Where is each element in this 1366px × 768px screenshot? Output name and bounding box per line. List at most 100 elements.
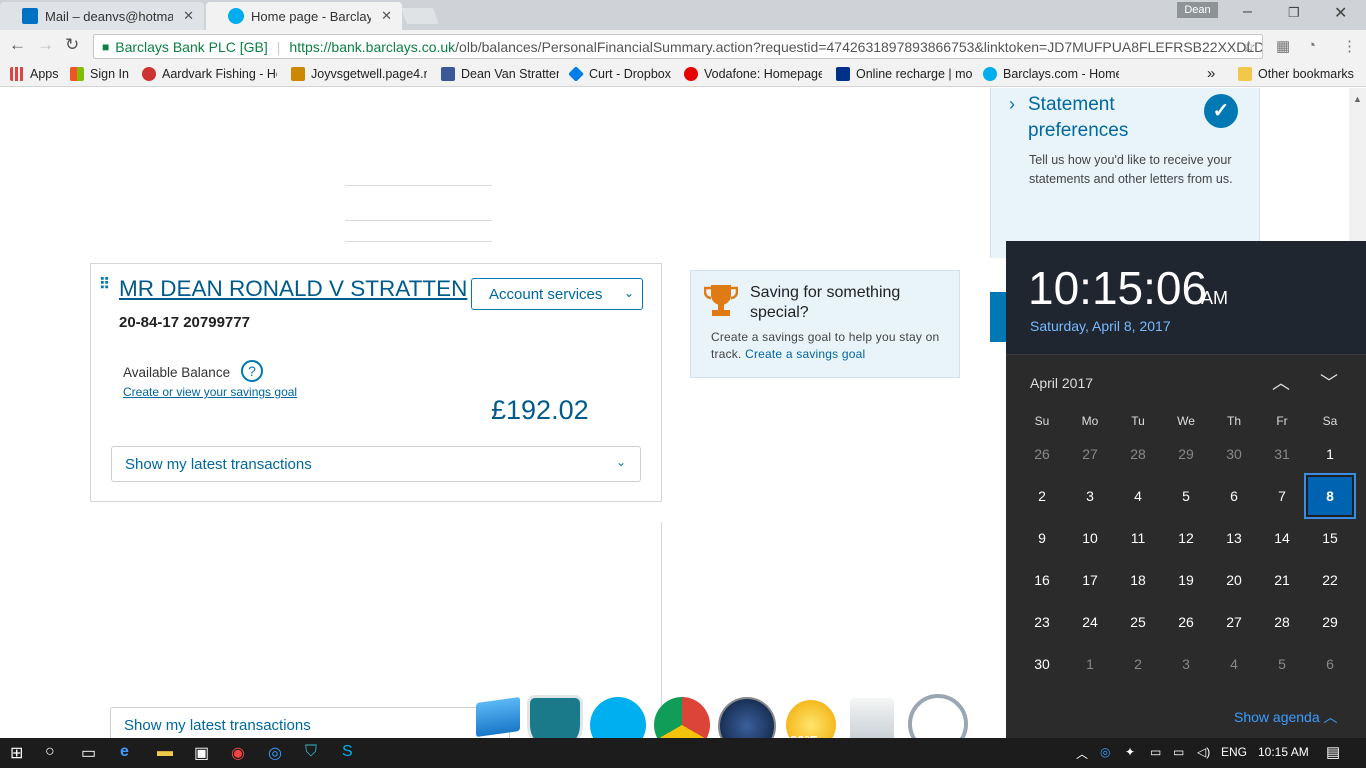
calendar-day[interactable]: 12 xyxy=(1162,517,1210,559)
bookmark-sign-in[interactable]: Sign In xyxy=(70,67,132,81)
calendar-day[interactable]: 11 xyxy=(1114,517,1162,559)
skype-taskbar-icon[interactable]: S xyxy=(342,743,353,761)
address-bar[interactable]: ■ Barclays Bank PLC [GB] | https://bank.… xyxy=(93,34,1263,59)
savings-goal-link[interactable]: Create or view your savings goal xyxy=(123,385,297,399)
calendar-day[interactable]: 27 xyxy=(1210,601,1258,643)
new-tab-button[interactable] xyxy=(401,8,439,24)
create-savings-goal-link[interactable]: Create a savings goal xyxy=(745,347,865,361)
forward-icon[interactable]: → xyxy=(37,35,54,55)
calendar-day[interactable]: 21 xyxy=(1258,559,1306,601)
calendar-day[interactable]: 5 xyxy=(1258,643,1306,685)
battery-icon[interactable]: ▭ xyxy=(1173,745,1184,759)
calendar-day[interactable]: 22 xyxy=(1306,559,1354,601)
clock-date-link[interactable]: Saturday, April 8, 2017 xyxy=(1030,318,1171,334)
bookmark-recharge[interactable]: Online recharge | mol xyxy=(836,67,972,81)
calendar-day[interactable]: 9 xyxy=(1018,517,1066,559)
calendar-day[interactable]: 15 xyxy=(1306,517,1354,559)
calendar-day[interactable]: 6 xyxy=(1306,643,1354,685)
tray-browser-icon[interactable]: ◎ xyxy=(1100,745,1110,759)
minimize-icon[interactable]: – xyxy=(1243,3,1252,21)
show-transactions-button[interactable]: Show my latest transactions ⌄ xyxy=(111,446,641,482)
show-agenda-button[interactable]: Show agenda ︿ xyxy=(1234,707,1338,727)
calendar-day[interactable]: 7 xyxy=(1258,475,1306,517)
account-services-button[interactable]: Account services ⌄ xyxy=(471,278,643,310)
volume-icon[interactable]: ◁) xyxy=(1197,745,1210,759)
bookmark-joyvsgetwell[interactable]: Joyvsgetwell.page4.m xyxy=(291,67,427,81)
store-icon[interactable]: ▣ xyxy=(194,743,209,763)
bookmark-apps[interactable]: Apps xyxy=(10,67,62,81)
calendar-day[interactable]: 18 xyxy=(1114,559,1162,601)
calendar-day[interactable]: 2 xyxy=(1114,643,1162,685)
shield-taskbar-icon[interactable]: ⛉ xyxy=(305,743,317,761)
help-icon[interactable]: ? xyxy=(241,360,263,382)
calendar-day[interactable]: 23 xyxy=(1018,601,1066,643)
bookmark-aardvark[interactable]: Aardvark Fishing - Ho xyxy=(142,67,277,81)
calendar-day[interactable]: 27 xyxy=(1066,433,1114,475)
extension-icon[interactable]: ▦ xyxy=(1276,37,1290,55)
taskbar-clock[interactable]: 10:15 AM xyxy=(1258,745,1309,759)
close-tab-icon[interactable]: ✕ xyxy=(381,8,392,24)
browser-taskbar-icon[interactable]: ◎ xyxy=(268,743,282,763)
calendar-day[interactable]: 28 xyxy=(1258,601,1306,643)
calendar-day[interactable]: 19 xyxy=(1162,559,1210,601)
close-tab-icon[interactable]: ✕ xyxy=(183,8,194,24)
calendar-day[interactable]: 24 xyxy=(1066,601,1114,643)
statement-preferences-link[interactable]: Statement preferences xyxy=(1028,92,1188,144)
action-center-icon[interactable]: ▤ xyxy=(1326,743,1340,761)
back-icon[interactable]: ← xyxy=(9,35,26,55)
show-transactions-button[interactable]: Show my latest transactions xyxy=(110,707,510,738)
next-month-icon[interactable]: ﹀ xyxy=(1320,369,1338,395)
menu-icon[interactable]: ⋮ xyxy=(1342,37,1357,55)
edge-icon[interactable]: e xyxy=(120,743,129,761)
calendar-day[interactable]: 13 xyxy=(1210,517,1258,559)
cortana-icon[interactable]: ○ xyxy=(45,743,55,761)
tab-mail[interactable]: Mail – deanvs@hotmail.c ✕ xyxy=(0,2,204,30)
calendar-day[interactable]: 29 xyxy=(1162,433,1210,475)
calendar-day[interactable]: 3 xyxy=(1066,475,1114,517)
calendar-day[interactable]: 5 xyxy=(1162,475,1210,517)
calendar-day[interactable]: 1 xyxy=(1306,433,1354,475)
network-icon[interactable]: ▭ xyxy=(1150,745,1161,759)
language-indicator[interactable]: ENG xyxy=(1221,745,1247,759)
bookmark-dropbox[interactable]: Curt - Dropbox xyxy=(569,67,673,81)
speed-dial-icon[interactable]: ◔ xyxy=(1307,37,1316,54)
show-hidden-icons[interactable]: ︿ xyxy=(1076,745,1088,762)
calendar-day[interactable]: 20 xyxy=(1210,559,1258,601)
drag-handle-icon[interactable]: ⠿ xyxy=(99,277,110,292)
calendar-day[interactable]: 14 xyxy=(1258,517,1306,559)
dropbox-tray-icon[interactable]: ✦ xyxy=(1125,745,1135,759)
calendar-day[interactable]: 17 xyxy=(1066,559,1114,601)
profile-button[interactable]: Dean xyxy=(1177,2,1218,18)
calendar-day[interactable]: 6 xyxy=(1210,475,1258,517)
reload-icon[interactable]: ↻ xyxy=(65,35,79,55)
account-name-link[interactable]: MR DEAN RONALD V STRATTEN xyxy=(119,276,467,302)
calendar-month-label[interactable]: April 2017 xyxy=(1030,375,1093,391)
previous-month-icon[interactable]: ︿ xyxy=(1272,369,1290,395)
chrome-taskbar-icon[interactable]: ◉ xyxy=(231,743,245,763)
bookmark-vodafone[interactable]: Vodafone: Homepage xyxy=(684,67,822,81)
calendar-day[interactable]: 25 xyxy=(1114,601,1162,643)
calendar-day[interactable]: 16 xyxy=(1018,559,1066,601)
bookmark-star-icon[interactable]: ☆ xyxy=(1242,37,1256,57)
calendar-day[interactable]: 26 xyxy=(1162,601,1210,643)
calendar-day[interactable]: 2 xyxy=(1018,475,1066,517)
restore-icon[interactable]: ❐ xyxy=(1288,5,1300,21)
tab-barclays[interactable]: Home page - Barclays Or ✕ xyxy=(206,2,402,30)
other-bookmarks[interactable]: Other bookmarks xyxy=(1238,67,1356,81)
calendar-day[interactable]: 4 xyxy=(1210,643,1258,685)
calendar-day[interactable]: 3 xyxy=(1162,643,1210,685)
bookmark-barclays[interactable]: Barclays.com - Home xyxy=(983,67,1119,81)
monitor-icon[interactable] xyxy=(476,696,520,738)
file-explorer-icon[interactable]: ▬ xyxy=(157,743,173,761)
bookmarks-overflow-button[interactable]: » xyxy=(1207,65,1215,82)
calendar-day-today[interactable]: 8 xyxy=(1304,473,1356,519)
calendar-day[interactable]: 28 xyxy=(1114,433,1162,475)
bookmark-facebook[interactable]: Dean Van Stratten xyxy=(441,67,559,81)
start-windows-icon[interactable]: ⊞ xyxy=(10,743,23,763)
task-view-icon[interactable]: ▭ xyxy=(81,743,96,763)
close-window-icon[interactable]: ✕ xyxy=(1334,3,1347,23)
calendar-day[interactable]: 26 xyxy=(1018,433,1066,475)
calendar-day[interactable]: 31 xyxy=(1258,433,1306,475)
calendar-day[interactable]: 30 xyxy=(1210,433,1258,475)
calendar-day[interactable]: 30 xyxy=(1018,643,1066,685)
